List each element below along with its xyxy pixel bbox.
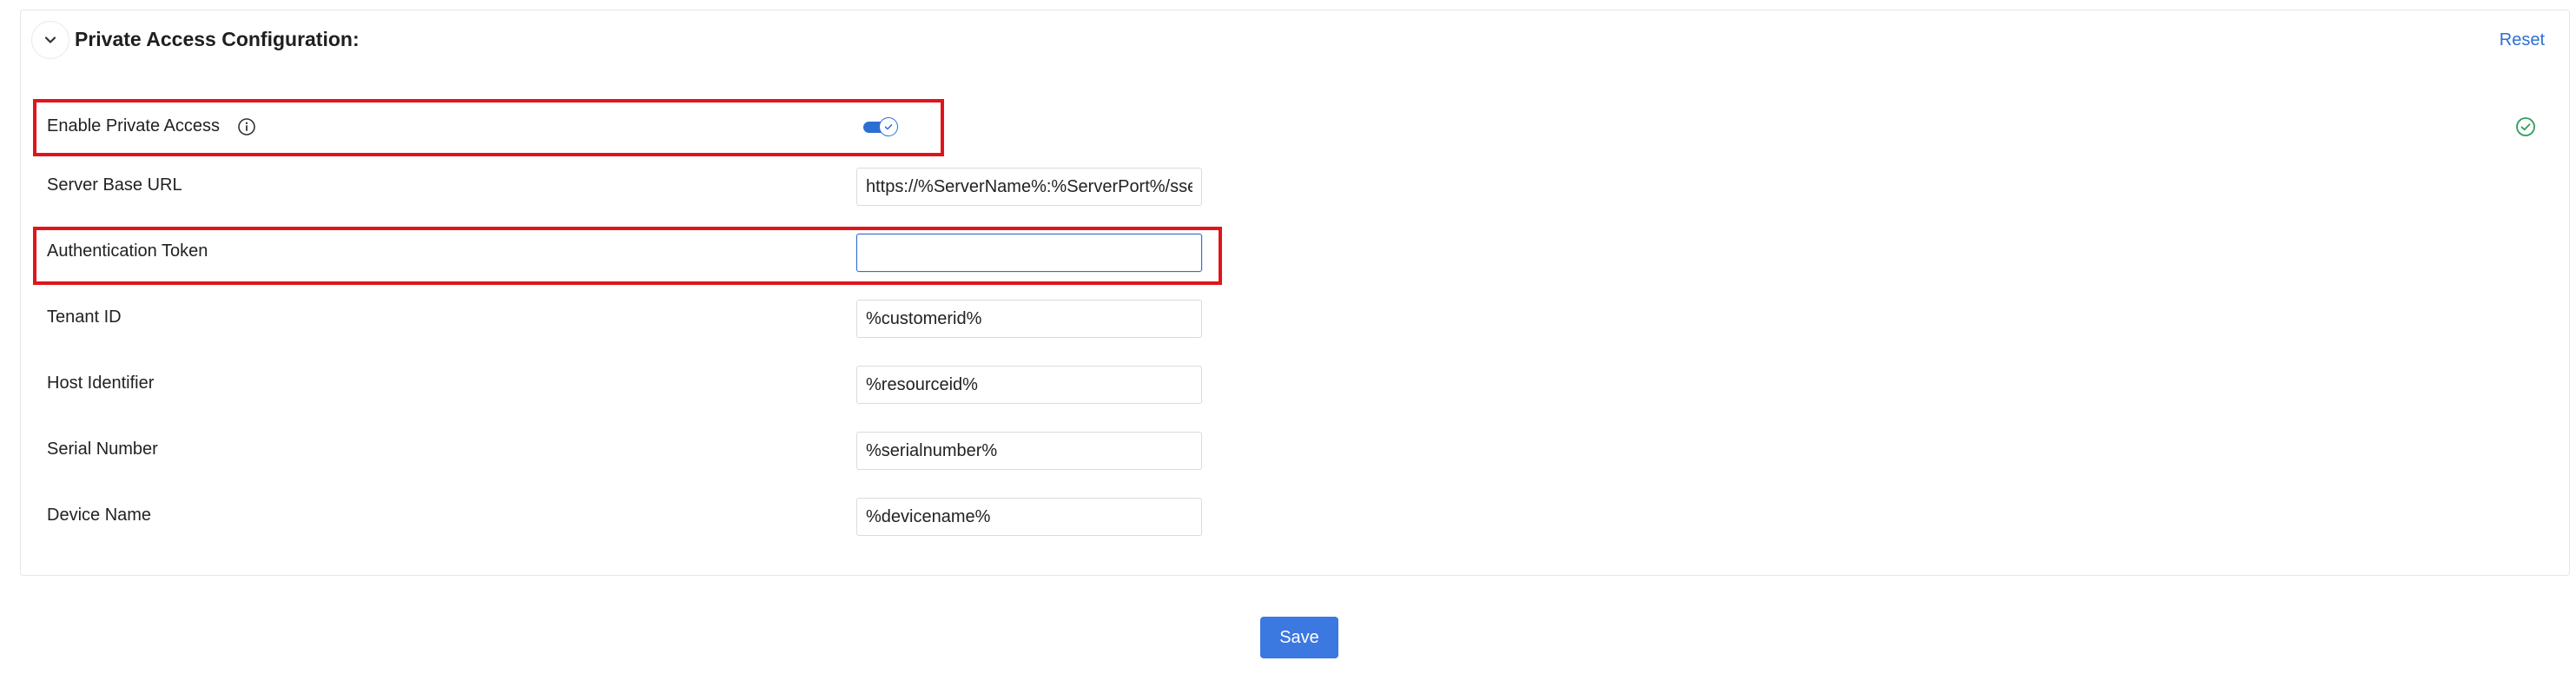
serial-number-label: Serial Number bbox=[47, 440, 158, 459]
reset-link[interactable]: Reset bbox=[2500, 28, 2545, 52]
device-name-label: Device Name bbox=[47, 506, 152, 525]
tenant-id-input[interactable] bbox=[856, 300, 1202, 338]
server-base-url-label: Server Base URL bbox=[47, 175, 182, 195]
tenant-id-label: Tenant ID bbox=[47, 307, 122, 327]
device-name-input[interactable] bbox=[856, 498, 1202, 536]
enable-private-access-toggle[interactable] bbox=[863, 117, 900, 136]
authentication-token-label: Authentication Token bbox=[47, 241, 208, 261]
serial-number-input[interactable] bbox=[856, 432, 1202, 470]
server-base-url-input[interactable] bbox=[856, 168, 1202, 206]
private-access-config-panel bbox=[20, 10, 2570, 576]
info-icon[interactable] bbox=[237, 117, 256, 136]
save-button[interactable]: Save bbox=[1260, 617, 1338, 658]
toggle-knob bbox=[879, 117, 898, 136]
enable-private-access-label: Enable Private Access bbox=[47, 115, 256, 137]
authentication-token-input[interactable] bbox=[856, 234, 1202, 272]
host-identifier-label: Host Identifier bbox=[47, 373, 155, 393]
enable-private-access-text: Enable Private Access bbox=[47, 116, 220, 135]
chevron-down-icon bbox=[44, 36, 56, 43]
section-title: Private Access Configuration: bbox=[75, 28, 360, 50]
collapse-section-button[interactable] bbox=[31, 21, 69, 59]
check-icon bbox=[884, 124, 893, 130]
host-identifier-input[interactable] bbox=[856, 366, 1202, 404]
check-circle-icon bbox=[2516, 117, 2535, 136]
